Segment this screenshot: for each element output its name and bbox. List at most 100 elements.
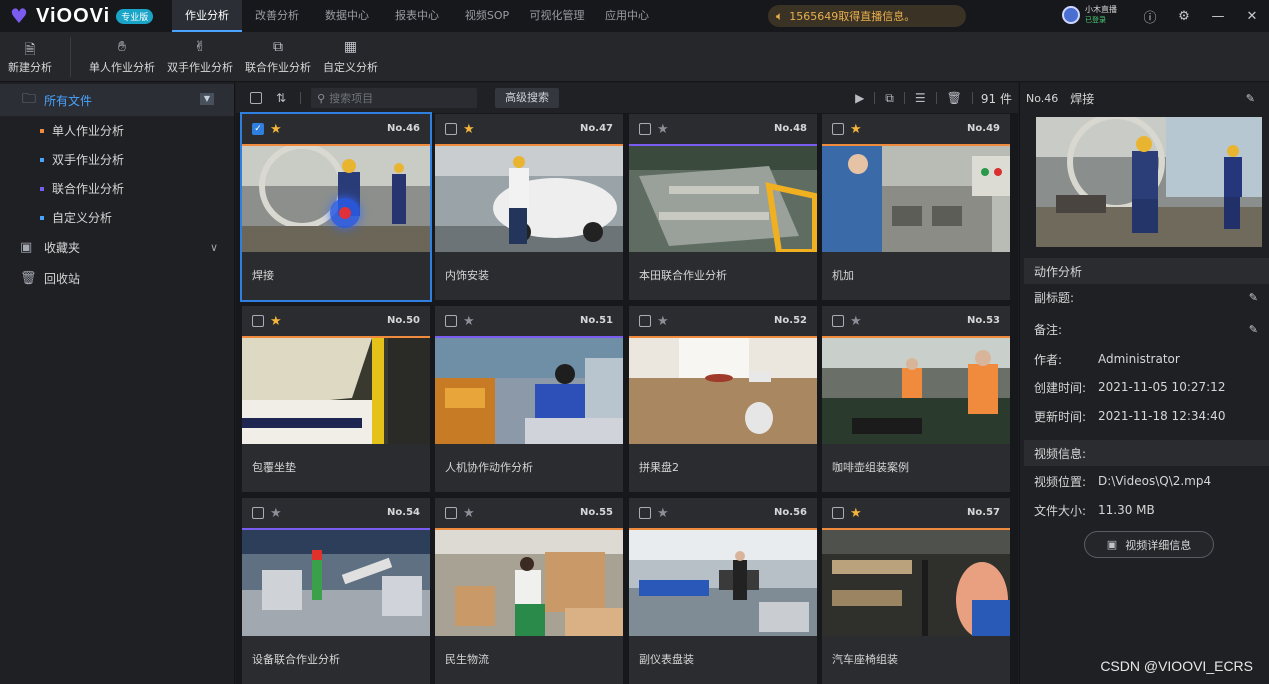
card-thumbnail[interactable]	[822, 530, 1010, 636]
search-input[interactable]	[329, 91, 470, 105]
card-thumbnail[interactable]	[242, 338, 430, 444]
single-analysis-button[interactable]: ✋︎ 单人作业分析	[83, 32, 161, 82]
star-icon[interactable]: ★	[657, 122, 669, 137]
card-thumbnail[interactable]	[435, 530, 623, 636]
chevron-down-icon[interactable]: ∨	[210, 241, 218, 254]
sidebar-item-2[interactable]: 联合作业分析	[0, 174, 234, 203]
card-checkbox[interactable]	[445, 123, 457, 135]
size-label: 文件大小:	[1034, 503, 1087, 518]
card-title: 副仪表盘装	[639, 653, 694, 666]
project-card[interactable]: ★ No.52 拼果盘2	[629, 306, 817, 492]
card-thumbnail[interactable]	[629, 530, 817, 636]
minimize-button[interactable]: —	[1201, 9, 1235, 24]
project-card[interactable]: ★ No.50 包覆坐垫	[242, 306, 430, 492]
sort-icon[interactable]: ⇅	[276, 91, 286, 105]
tab-0[interactable]: 作业分析	[172, 0, 242, 32]
delete-icon[interactable]: 🗑︎	[947, 91, 962, 105]
card-thumbnail[interactable]	[629, 146, 817, 252]
card-checkbox[interactable]	[639, 507, 651, 519]
project-card[interactable]: ★ No.53 咖啡壶组装案例	[822, 306, 1010, 492]
tab-6[interactable]: 应用中心	[592, 0, 662, 32]
star-icon[interactable]: ★	[850, 122, 862, 137]
card-thumbnail[interactable]	[242, 530, 430, 636]
sidebar-item-1[interactable]: 双手作业分析	[0, 145, 234, 174]
star-icon[interactable]: ★	[657, 506, 669, 521]
video-details-button[interactable]: ▣ 视频详细信息	[1084, 531, 1214, 558]
custom-analysis-button[interactable]: ▦ 自定义分析	[317, 32, 384, 82]
tab-3[interactable]: 报表中心	[382, 0, 452, 32]
search-box[interactable]: ⚲	[311, 88, 478, 108]
card-thumbnail[interactable]	[435, 338, 623, 444]
project-card[interactable]: ★ No.51 人机协作动作分析	[435, 306, 623, 492]
star-icon[interactable]: ★	[850, 506, 862, 521]
card-checkbox[interactable]: ✓	[252, 123, 264, 135]
tab-4[interactable]: 视频SOP	[452, 0, 522, 32]
project-card[interactable]: ★ No.47 内饰安装	[435, 114, 623, 300]
card-checkbox[interactable]	[445, 315, 457, 327]
sidebar-favorites[interactable]: ▣ 收藏夹 ∨	[0, 232, 234, 263]
tab-5[interactable]: 可视化管理	[522, 0, 592, 32]
tab-2[interactable]: 数据中心	[312, 0, 382, 32]
sidebar-item-3[interactable]: 自定义分析	[0, 203, 234, 232]
notice-bar[interactable]: 🔈︎ 1565649取得直播信息。	[768, 5, 966, 27]
star-icon[interactable]: ★	[657, 314, 669, 329]
card-number: No.55	[580, 507, 613, 518]
card-thumbnail[interactable]	[435, 146, 623, 252]
edit-title-icon[interactable]: ✎	[1246, 92, 1255, 105]
layers-icon[interactable]: ☰	[915, 91, 926, 105]
card-checkbox[interactable]	[639, 123, 651, 135]
sidebar-item-0[interactable]: 单人作业分析	[0, 116, 234, 145]
star-icon[interactable]: ★	[463, 506, 475, 521]
select-all-checkbox[interactable]	[250, 92, 262, 104]
project-card[interactable]: ★ No.57 汽车座椅组装	[822, 498, 1010, 684]
new-analysis-button[interactable]: 🗎︎ 新建分析	[2, 32, 58, 82]
dropdown-arrow-icon[interactable]: ▼	[200, 93, 214, 105]
two-hand-analysis-label: 双手作业分析	[167, 60, 233, 74]
advanced-search-button[interactable]: 高级搜索	[495, 88, 560, 108]
card-thumbnail[interactable]	[629, 338, 817, 444]
new-file-icon: 🗎︎	[24, 41, 36, 58]
project-card[interactable]: ★ No.56 副仪表盘装	[629, 498, 817, 684]
edit-subtitle-icon[interactable]: ✎	[1249, 291, 1258, 304]
settings-gear-icon[interactable]: ⚙	[1167, 9, 1201, 24]
sidebar-children: 单人作业分析 双手作业分析 联合作业分析 自定义分析	[0, 116, 234, 232]
sidebar-all-files[interactable]: 🗀︎ 所有文件 ▼	[0, 84, 234, 116]
top-tabs: 作业分析 改善分析 数据中心 报表中心 视频SOP 可视化管理 应用中心	[172, 0, 662, 32]
card-checkbox[interactable]	[832, 315, 844, 327]
avatar[interactable]	[1062, 6, 1080, 24]
card-checkbox[interactable]	[445, 507, 457, 519]
card-header: ★ No.53	[822, 306, 1010, 336]
star-icon[interactable]: ★	[270, 122, 282, 137]
copy-icon[interactable]: ⧉	[885, 91, 894, 106]
card-checkbox[interactable]	[639, 315, 651, 327]
project-card[interactable]: ✓ ★ No.46 焊接	[240, 112, 432, 302]
card-thumbnail[interactable]	[822, 146, 1010, 252]
tab-1[interactable]: 改善分析	[242, 0, 312, 32]
card-thumbnail[interactable]	[822, 338, 1010, 444]
sidebar-trash[interactable]: 🗑︎ 回收站	[0, 263, 234, 294]
joint-analysis-button[interactable]: ⧉ 联合作业分析	[239, 32, 317, 82]
star-icon[interactable]: ★	[850, 314, 862, 329]
card-checkbox[interactable]	[252, 315, 264, 327]
star-icon[interactable]: ★	[270, 506, 282, 521]
card-thumbnail[interactable]	[242, 146, 430, 252]
star-icon[interactable]: ★	[463, 122, 475, 137]
user-info[interactable]: 小木直播 已登录	[1062, 5, 1117, 25]
edit-note-icon[interactable]: ✎	[1249, 323, 1258, 336]
info-icon[interactable]: ⓘ	[1133, 7, 1167, 26]
card-checkbox[interactable]	[832, 123, 844, 135]
project-card[interactable]: ★ No.48 本田联合作业分析	[629, 114, 817, 300]
two-hand-analysis-button[interactable]: ✌︎ 双手作业分析	[161, 32, 239, 82]
card-number: No.49	[967, 123, 1000, 134]
note-label: 备注:	[1034, 322, 1063, 337]
card-checkbox[interactable]	[252, 507, 264, 519]
card-checkbox[interactable]	[832, 507, 844, 519]
star-icon[interactable]: ★	[463, 314, 475, 329]
card-number: No.54	[387, 507, 420, 518]
project-card[interactable]: ★ No.54 设备联合作业分析	[242, 498, 430, 684]
video-icon[interactable]: ▶	[855, 91, 864, 105]
close-button[interactable]: ✕	[1235, 9, 1269, 24]
project-card[interactable]: ★ No.55 民生物流	[435, 498, 623, 684]
star-icon[interactable]: ★	[270, 314, 282, 329]
project-card[interactable]: ★ No.49 机加	[822, 114, 1010, 300]
